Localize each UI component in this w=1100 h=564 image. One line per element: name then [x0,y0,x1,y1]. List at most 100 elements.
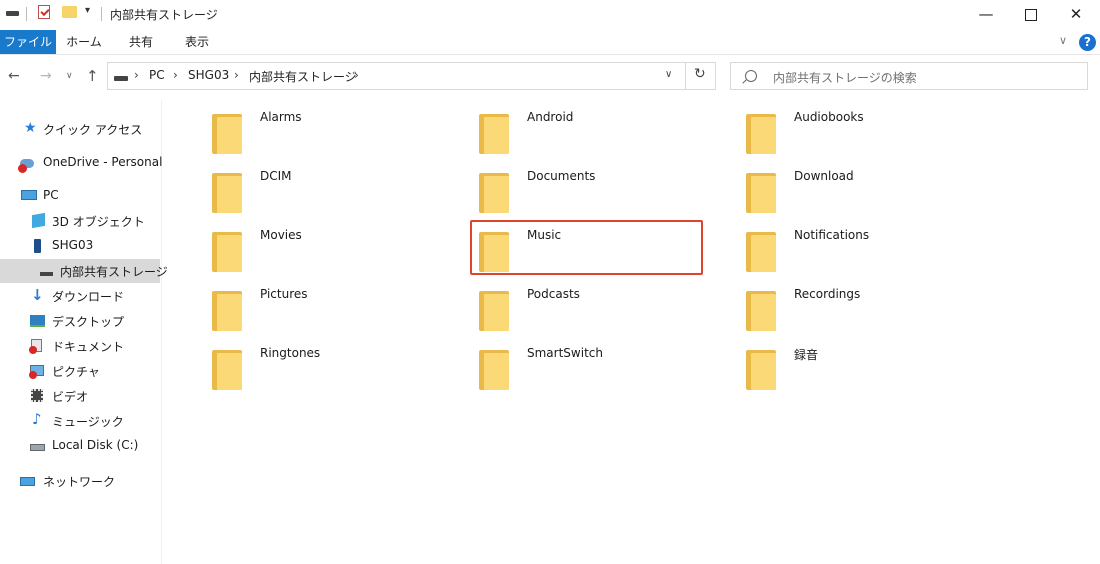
folder-icon [746,114,776,154]
sidebar-item-label: 内部共有ストレージ [60,265,168,279]
folder-item[interactable]: 録音 [696,340,962,396]
folder-item[interactable]: Documents [429,163,695,219]
sidebar-item-quick-access[interactable]: ★ クイック アクセス [0,117,160,141]
folder-name: Alarms [260,110,302,124]
tab-share[interactable]: 共有 [125,30,157,54]
error-badge-icon [29,371,37,379]
tab-view[interactable]: 表示 [182,30,212,54]
folder-item[interactable]: Pictures [162,281,428,337]
search-input[interactable]: 内部共有ストレージの検索 [773,69,917,86]
sidebar-item-videos[interactable]: ビデオ [0,384,160,408]
folder-icon [212,350,242,390]
title-bar: ▾ 内部共有ストレージ — ✕ [0,0,1100,30]
help-icon[interactable]: ? [1079,34,1096,51]
monitor-icon [21,190,37,200]
video-icon [31,389,43,402]
tab-home[interactable]: ホーム [66,30,102,54]
folder-icon [212,114,242,154]
folder-item[interactable]: Audiobooks [696,104,962,160]
folder-icon [479,114,509,154]
folder-item[interactable]: Ringtones [162,340,428,396]
folder-icon [746,291,776,331]
sidebar-item-label: デスクトップ [52,315,125,329]
folder-name: DCIM [260,169,292,183]
folder-item[interactable]: Notifications [696,222,962,278]
forward-button[interactable]: → [40,64,52,88]
up-button[interactable]: ↑ [86,64,99,88]
expand-ribbon-icon[interactable]: ∨ [1059,34,1067,47]
breadcrumb-separator[interactable]: › [234,68,239,82]
sidebar-item-downloads[interactable]: ↓ ダウンロード [0,284,160,308]
folder-item[interactable]: Download [696,163,962,219]
error-badge-icon [18,164,27,173]
sidebar-item-label: ビデオ [52,390,89,404]
folder-name: Pictures [260,287,308,301]
sidebar-item-label: OneDrive - Personal [43,155,163,169]
breadcrumb-internal-storage[interactable]: 内部共有ストレージ [249,68,357,85]
folder-item[interactable]: Alarms [162,104,428,160]
sidebar-item-music[interactable]: ♪ ミュージック [0,409,160,433]
customize-toolbar-icon[interactable]: ▾ [85,5,90,21]
search-box[interactable]: 内部共有ストレージの検索 [730,62,1088,90]
breadcrumb-separator[interactable]: › [354,68,359,82]
sidebar-item-label: ネットワーク [43,475,116,489]
folder-name: Recordings [794,287,861,301]
properties-icon[interactable] [38,5,50,19]
phone-icon [34,239,41,253]
breadcrumb-separator[interactable]: › [173,68,178,82]
folder-name: Download [794,169,854,183]
folder-item[interactable]: Podcasts [429,281,695,337]
sidebar-item-label: ドキュメント [52,340,125,354]
folder-icon [479,173,509,213]
cube-icon [32,212,45,229]
music-icon: ♪ [32,410,42,428]
maximize-button[interactable] [1008,0,1054,30]
address-dropdown-button[interactable]: ∨ [665,69,672,80]
navigation-pane: ★ クイック アクセス OneDrive - Personal PC 3D オブ… [0,100,168,564]
folder-name: Android [527,110,574,124]
recent-locations-button[interactable]: ∨ [66,64,73,88]
ribbon: ファイル ホーム 共有 表示 ∨ ? [0,30,1100,55]
sidebar-item-network[interactable]: ネットワーク [0,469,160,493]
sidebar-item-label: SHG03 [52,238,94,252]
divider [685,63,686,89]
sidebar-item-label: 3D オブジェクト [52,215,145,229]
tab-file[interactable]: ファイル [0,30,56,54]
folder-item[interactable]: Movies [162,222,428,278]
sidebar-item-label: PC [43,188,59,202]
folder-name: SmartSwitch [527,346,603,360]
sidebar-item-label: クイック アクセス [43,123,143,137]
folder-item[interactable]: SmartSwitch [429,340,695,396]
drive-icon[interactable] [6,11,19,16]
folder-icon [746,350,776,390]
sidebar-item-onedrive[interactable]: OneDrive - Personal [0,151,163,175]
sidebar-item-shg03[interactable]: SHG03 [0,234,160,258]
refresh-button[interactable]: ↻ [694,66,706,82]
sidebar-item-pc[interactable]: PC [0,184,160,208]
breadcrumb-pc[interactable]: PC [149,68,165,82]
folder-name: Documents [527,169,596,183]
star-icon: ★ [24,120,37,136]
sidebar-item-internal-storage[interactable]: 内部共有ストレージ [0,259,168,283]
back-button[interactable]: ← [8,64,20,88]
folder-item[interactable]: DCIM [162,163,428,219]
error-badge-icon [29,346,37,354]
sidebar-item-documents[interactable]: ドキュメント [0,334,160,358]
folder-name: Movies [260,228,302,242]
folder-item[interactable]: Recordings [696,281,962,337]
sidebar-item-desktop[interactable]: デスクトップ [0,309,160,333]
minimize-button[interactable]: — [963,0,1009,30]
folder-item[interactable]: Android [429,104,695,160]
sidebar-item-3d-objects[interactable]: 3D オブジェクト [0,209,160,233]
address-bar[interactable]: › PC › SHG03 › 内部共有ストレージ › ∨ ↻ [107,62,716,90]
folder-name: Notifications [794,228,870,242]
new-folder-icon[interactable] [62,6,77,18]
close-button[interactable]: ✕ [1053,0,1099,30]
breadcrumb-separator[interactable]: › [134,68,139,82]
breadcrumb-shg03[interactable]: SHG03 [188,68,229,82]
sidebar-item-local-disk[interactable]: Local Disk (C:) [0,434,160,458]
disk-icon [30,444,45,451]
search-icon [745,70,757,82]
sidebar-item-pictures[interactable]: ピクチャ [0,359,160,383]
folder-icon [212,232,242,272]
